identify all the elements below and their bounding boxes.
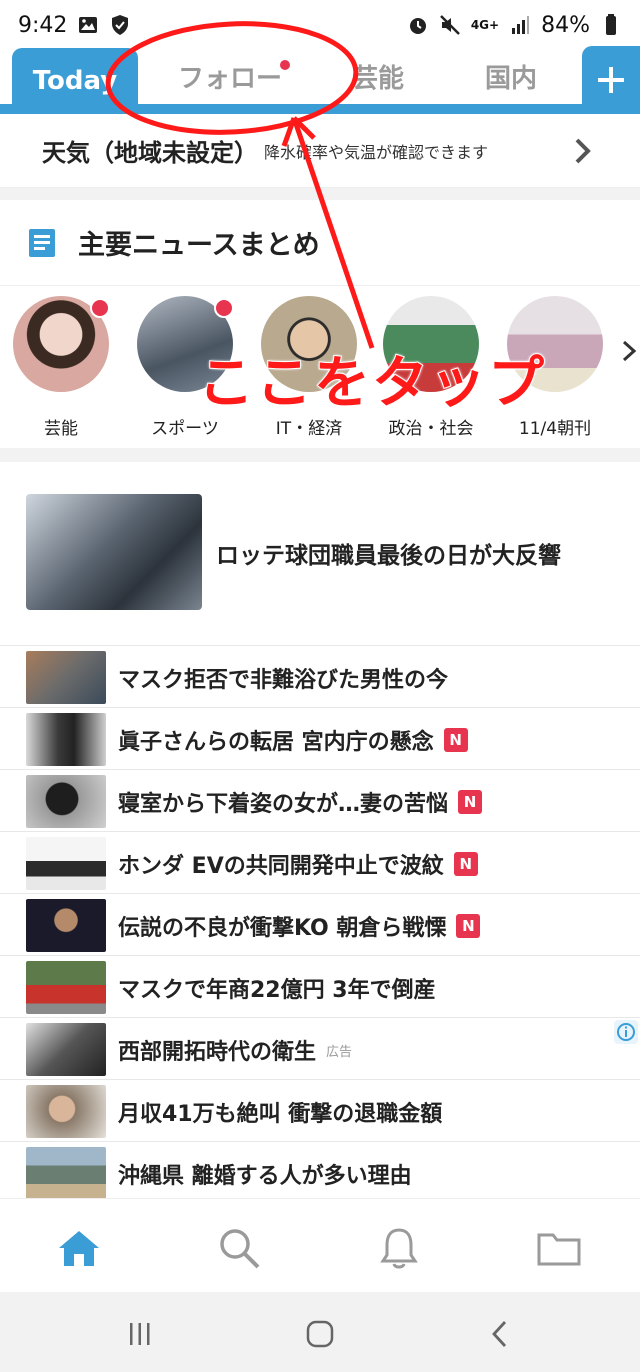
news-title: 寝室から下着姿の女が…妻の苦悩 [118,792,449,817]
tab-follow-label: フォロー [177,63,282,94]
news-item[interactable]: マスクで年商22億円 3年で倒産 [0,956,640,1018]
alarm-icon [407,14,429,36]
story-label: 政治・社会 [388,419,474,439]
news-thumbnail [26,837,106,890]
search-icon [220,1229,260,1269]
tab-entertainment[interactable]: 芸能 [330,48,426,104]
weather-row[interactable]: 天気（地域未設定） 降水確率や気温が確認できます [0,114,640,188]
headline-article[interactable]: ロッテ球団職員最後の日が大反響 [0,462,640,646]
news-item[interactable]: ホンダ EVの共同開発中止で波紋 N [0,832,640,894]
news-thumbnail [26,1147,106,1200]
news-title: マスク拒否で非難浴びた男性の今 [118,668,449,693]
weather-title: 天気（地域未設定） [42,139,258,167]
new-badge: N [458,790,483,814]
mute-icon [439,14,461,36]
news-list: マスク拒否で非難浴びた男性の今 眞子さんらの転居 宮内庁の懸念 N 寝室から下着姿… [0,646,640,1204]
image-icon [77,14,99,36]
news-title: 西部開拓時代の衛生 [118,1040,317,1065]
news-thumbnail [26,899,106,952]
new-badge: N [453,852,478,876]
tab-today[interactable]: Today [12,48,138,114]
news-summary-title: 主要ニュースまとめ [78,230,320,261]
nav-search[interactable] [216,1225,262,1271]
battery-percent: 84% [541,12,590,38]
recent-apps-button[interactable] [120,1314,160,1354]
home-circle-icon [306,1320,334,1348]
info-icon [617,1023,635,1041]
news-item[interactable]: 眞子さんらの転居 宮内庁の懸念 N [0,708,640,770]
news-summary-header: 主要ニュースまとめ [0,200,640,286]
story-thumbnail [261,296,357,392]
news-item[interactable]: マスク拒否で非難浴びた男性の今 [0,646,640,708]
news-item[interactable]: 月収41万も絶叫 衝撃の退職金額 [0,1080,640,1142]
story-thumbnail [383,296,479,392]
unread-dot [280,60,290,70]
news-title: 伝説の不良が衝撃KO 朝倉ら戦慄 [118,916,447,941]
story-sports[interactable]: スポーツ [130,296,240,439]
news-title: 沖縄県 離婚する人が多い理由 [118,1164,412,1189]
story-morning-edition[interactable]: 11/4朝刊 [500,296,610,439]
news-title: 眞子さんらの転居 宮内庁の懸念 [118,730,434,755]
news-thumbnail [26,961,106,1014]
bottom-nav [0,1198,640,1292]
status-bar: 9:42 4G+ 84% [0,0,640,50]
document-icon [29,228,55,257]
folder-icon [537,1233,581,1266]
unread-dot [214,298,234,318]
back-icon [492,1321,507,1347]
network-type: 4G+ [470,17,500,32]
weather-subtitle: 降水確率や気温が確認できます [264,142,489,162]
story-label: 11/4朝刊 [518,419,592,439]
ad-item[interactable]: 西部開拓時代の衛生 広告 [0,1018,640,1080]
clock: 9:42 [18,12,68,38]
news-item[interactable]: 沖縄県 離婚する人が多い理由 [0,1142,640,1204]
signal-icon [509,14,531,36]
news-thumbnail [26,775,106,828]
story-label: 芸能 [44,419,78,439]
bell-icon [380,1228,418,1269]
chevron-right-icon [575,138,591,164]
back-button[interactable] [480,1314,520,1354]
story-thumbnail [507,296,603,392]
unread-dot [90,298,110,318]
category-tab-bar: Today フォロー 芸能 国内 [0,46,640,114]
topic-stories: 芸能 スポーツ IT・経済 政治・社会 11/4朝刊 [0,286,640,446]
news-item[interactable]: 伝説の不良が衝撃KO 朝倉ら戦慄 N [0,894,640,956]
story-entertainment[interactable]: 芸能 [6,296,116,439]
ad-info-button[interactable] [614,1020,638,1044]
tab-follow[interactable]: フォロー [150,48,310,104]
news-thumbnail [26,713,106,766]
nav-notifications[interactable] [376,1225,422,1271]
headline-thumbnail [26,494,202,610]
story-label: IT・経済 [275,419,343,439]
section-divider [0,188,640,200]
nav-home[interactable] [56,1225,102,1271]
story-label: スポーツ [151,419,219,439]
shield-icon [109,14,131,36]
story-it-economy[interactable]: IT・経済 [254,296,364,439]
new-badge: N [456,914,481,938]
system-nav-bar [0,1292,640,1372]
news-item[interactable]: 寝室から下着姿の女が…妻の苦悩 N [0,770,640,832]
headline-title: ロッテ球団職員最後の日が大反響 [216,543,561,569]
story-politics-society[interactable]: 政治・社会 [376,296,486,439]
plus-icon [598,67,624,93]
tab-domestic[interactable]: 国内 [456,48,566,104]
battery-icon [600,14,622,36]
home-button[interactable] [300,1314,340,1354]
home-icon [59,1231,99,1266]
news-thumbnail [26,1085,106,1138]
news-thumbnail [26,651,106,704]
recent-apps-icon [130,1323,150,1345]
new-badge: N [443,728,468,752]
news-thumbnail [26,1023,106,1076]
chevron-right-icon[interactable] [620,336,640,366]
news-title: ホンダ EVの共同開発中止で波紋 [118,854,444,879]
news-title: マスクで年商22億円 3年で倒産 [118,978,436,1003]
ad-label: 広告 [326,1044,353,1060]
add-tab-button[interactable] [582,46,640,114]
nav-folder[interactable] [536,1225,582,1271]
section-divider [0,448,640,462]
news-title: 月収41万も絶叫 衝撃の退職金額 [118,1102,443,1127]
